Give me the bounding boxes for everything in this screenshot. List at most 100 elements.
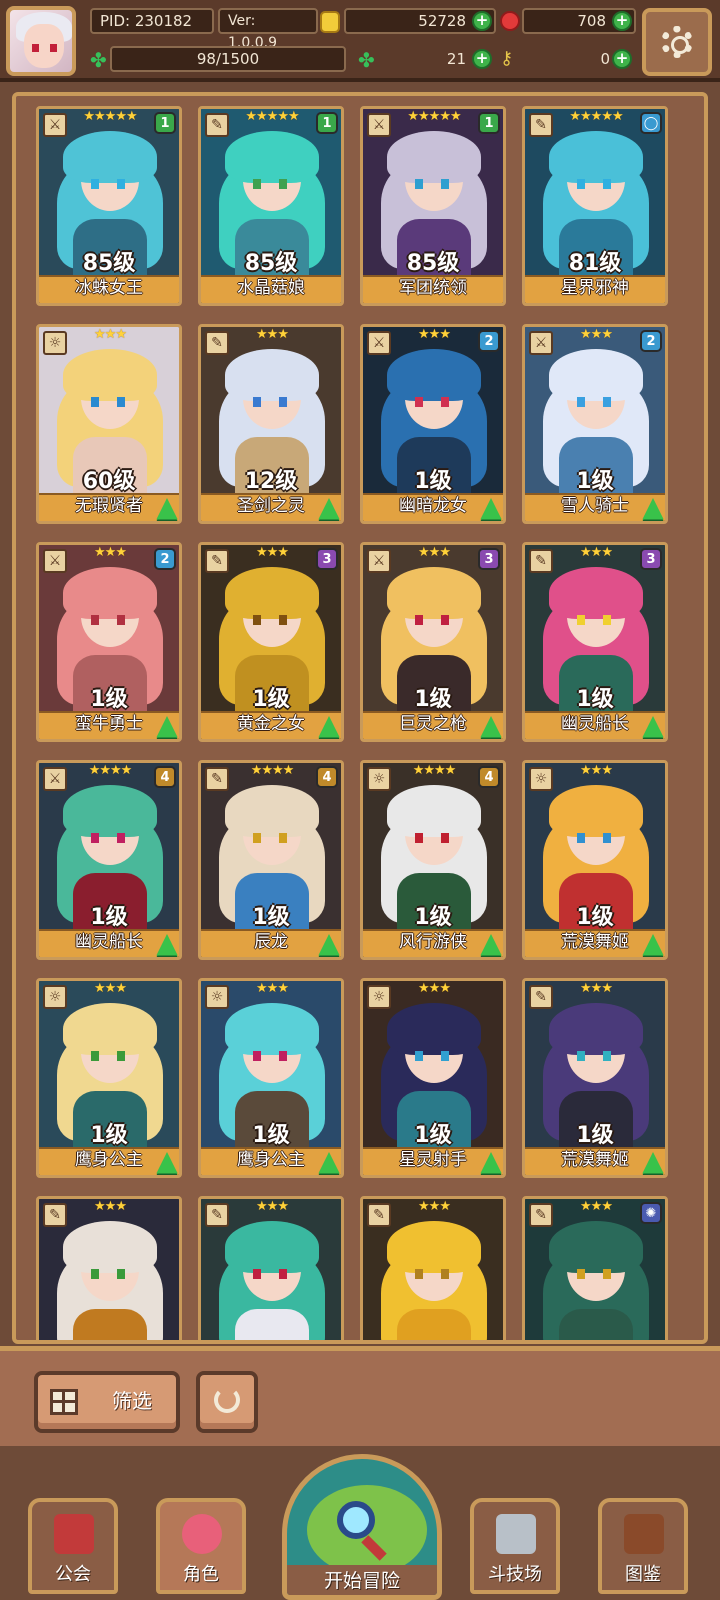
- character-card[interactable]: ✎ ★★★ 3 1级 黄金之女 ▲: [198, 542, 344, 742]
- start-adventure-button[interactable]: 开始冒险: [282, 1454, 442, 1600]
- portrait-eye-left: [253, 1269, 261, 1279]
- portrait-eye-right: [279, 397, 287, 407]
- grid-icon: [50, 1389, 78, 1415]
- filter-label: 筛选: [112, 1389, 152, 1413]
- character-card[interactable]: ☼ ★★★ 1级 星灵射手 ▲: [360, 978, 506, 1178]
- character-card[interactable]: ☼ ★★★ 1级 鹰身公主 ▲: [198, 978, 344, 1178]
- adventure-label: 开始冒险: [287, 1565, 437, 1595]
- upgrade-arrow-icon: ▲: [156, 926, 178, 959]
- weapon-type-icon: ✎: [367, 1203, 391, 1227]
- star-rating: ★★★: [256, 545, 289, 560]
- character-card[interactable]: ✎ ★★★★ 4 1级 辰龙 ▲: [198, 760, 344, 960]
- character-card[interactable]: ⚔ ★★★ 3 1级 巨灵之枪 ▲: [360, 542, 506, 742]
- add-clover-plus-icon[interactable]: +: [472, 49, 492, 69]
- settings-button[interactable]: [642, 8, 712, 76]
- character-card[interactable]: ⚔ ★★★ 2 1级 幽暗龙女 ▲: [360, 324, 506, 524]
- rank-badge: 4: [154, 766, 176, 788]
- portrait-eye-left: [415, 1051, 423, 1061]
- star-rating: ★★★: [580, 327, 613, 342]
- star-rating: ★★★★: [88, 763, 133, 778]
- character-card[interactable]: ✎ ★★★ 12级 圣剑之灵 ▲: [198, 324, 344, 524]
- portrait-body: [559, 1309, 633, 1340]
- key-icon: ⚷: [500, 48, 514, 69]
- add-key-plus-icon[interactable]: +: [612, 49, 632, 69]
- character-card[interactable]: ✎ ★★★ ✺: [522, 1196, 668, 1340]
- portrait-eye-left: [91, 1269, 99, 1279]
- rank-badge: 2: [640, 330, 662, 352]
- character-card[interactable]: ☼ ★★★ 60级 无瑕贤者 ▲: [36, 324, 182, 524]
- portrait-bangs: [387, 567, 481, 619]
- portrait-eye-right: [441, 833, 449, 843]
- portrait-bangs: [549, 131, 643, 183]
- star-rating: ★★★: [94, 981, 127, 996]
- resource-panel: PID: 230182 Ver: 1.0.0.9 52728 + 708 + ✤…: [90, 8, 638, 76]
- nav-character[interactable]: 角色: [156, 1498, 246, 1594]
- portrait-bangs: [225, 567, 319, 619]
- portrait-bangs: [549, 1003, 643, 1055]
- star-rating: ★★★★: [412, 763, 457, 778]
- portrait-body: [235, 1309, 309, 1340]
- rank-badge: 1: [478, 112, 500, 134]
- character-card[interactable]: ⚔ ★★★★★ 1 85级 冰蛛女王: [36, 106, 182, 306]
- character-name: 冰蛛女王: [75, 278, 143, 298]
- weapon-type-icon: ☼: [43, 331, 67, 355]
- clover-icon: ✤: [90, 48, 107, 72]
- weapon-type-icon: ⚔: [43, 767, 67, 791]
- character-card[interactable]: ✎ ★★★: [198, 1196, 344, 1340]
- portrait-bangs: [63, 785, 157, 837]
- star-rating: ★★★: [418, 981, 451, 996]
- upgrade-arrow-icon: ▲: [480, 490, 502, 523]
- upgrade-arrow-icon: ▲: [318, 926, 340, 959]
- version-label: Ver: 1.0.0.9: [218, 8, 318, 51]
- character-card[interactable]: ✎ ★★★ 3 1级 幽灵船长 ▲: [522, 542, 668, 742]
- portrait-eye-right: [441, 1269, 449, 1279]
- character-card[interactable]: ⚔ ★★★★★ 1 85级 军团统领: [360, 106, 506, 306]
- weapon-type-icon: ⚔: [529, 331, 553, 355]
- character-card[interactable]: ✎ ★★★: [360, 1196, 506, 1340]
- portrait-bangs: [549, 567, 643, 619]
- nav-guild[interactable]: 公会: [28, 1498, 118, 1594]
- portrait-bangs: [63, 1003, 157, 1055]
- avatar-face: [24, 24, 64, 68]
- character-card[interactable]: ☼ ★★★★ 4 1级 风行游侠 ▲: [360, 760, 506, 960]
- portrait-eye-left: [415, 615, 423, 625]
- weapon-type-icon: ⚔: [43, 113, 67, 137]
- character-card[interactable]: ⚔ ★★★ 2 1级 雪人骑士 ▲: [522, 324, 668, 524]
- upgrade-arrow-icon: ▲: [480, 1144, 502, 1177]
- pid-label: PID: 230182: [90, 8, 214, 34]
- character-card[interactable]: ✎ ★★★★★ 1 85级 水晶菇娘: [198, 106, 344, 306]
- player-avatar[interactable]: [6, 6, 76, 76]
- book-icon: [624, 1514, 664, 1554]
- star-rating: ★★★: [418, 327, 451, 342]
- character-card[interactable]: ✎ ★★★ 1级 荒漠舞姬 ▲: [522, 978, 668, 1178]
- character-card[interactable]: ✎ ★★★★★ ◯ 81级 星界邪神: [522, 106, 668, 306]
- character-card[interactable]: ⚔ ★★★★ 4 1级 幽灵船长 ▲: [36, 760, 182, 960]
- character-level: 85级: [244, 251, 298, 276]
- add-gem-plus-icon[interactable]: +: [612, 11, 632, 31]
- portrait-bangs: [225, 1003, 319, 1055]
- filter-button[interactable]: 筛选: [34, 1371, 180, 1433]
- portrait-eye-left: [253, 179, 261, 189]
- weapon-type-icon: ⚔: [367, 549, 391, 573]
- portrait-eye-right: [279, 1051, 287, 1061]
- character-collection-panel[interactable]: ⚔ ★★★★★ 1 85级 冰蛛女王 ✎ ★★★★★ 1 85级 水晶菇娘 ⚔ ★★★★★ 1 85级 军团…: [12, 92, 708, 1344]
- refresh-button[interactable]: [196, 1371, 258, 1433]
- gold-coin-icon: [320, 11, 340, 33]
- nav-arena[interactable]: 斗技场: [470, 1498, 560, 1594]
- character-card[interactable]: ☼ ★★★ 1级 荒漠舞姬 ▲: [522, 760, 668, 960]
- portrait-bangs: [549, 785, 643, 837]
- add-gold-plus-icon[interactable]: +: [472, 11, 492, 31]
- portrait-bangs: [63, 131, 157, 183]
- nav-codex[interactable]: 图鉴: [598, 1498, 688, 1594]
- portrait-eye-right: [117, 179, 125, 189]
- character-card[interactable]: ⚔ ★★★ 2 1级 蛮牛勇士 ▲: [36, 542, 182, 742]
- character-name: 水晶菇娘: [237, 278, 305, 298]
- upgrade-arrow-icon: ▲: [642, 926, 664, 959]
- character-card[interactable]: ✎ ★★★: [36, 1196, 182, 1340]
- portrait-eye-right: [117, 1051, 125, 1061]
- rank-badge: ✺: [640, 1202, 662, 1224]
- portrait-bangs: [387, 1003, 481, 1055]
- upgrade-arrow-icon: ▲: [156, 1144, 178, 1177]
- character-card[interactable]: ☼ ★★★ 1级 鹰身公主 ▲: [36, 978, 182, 1178]
- portrait-eye-right: [441, 179, 449, 189]
